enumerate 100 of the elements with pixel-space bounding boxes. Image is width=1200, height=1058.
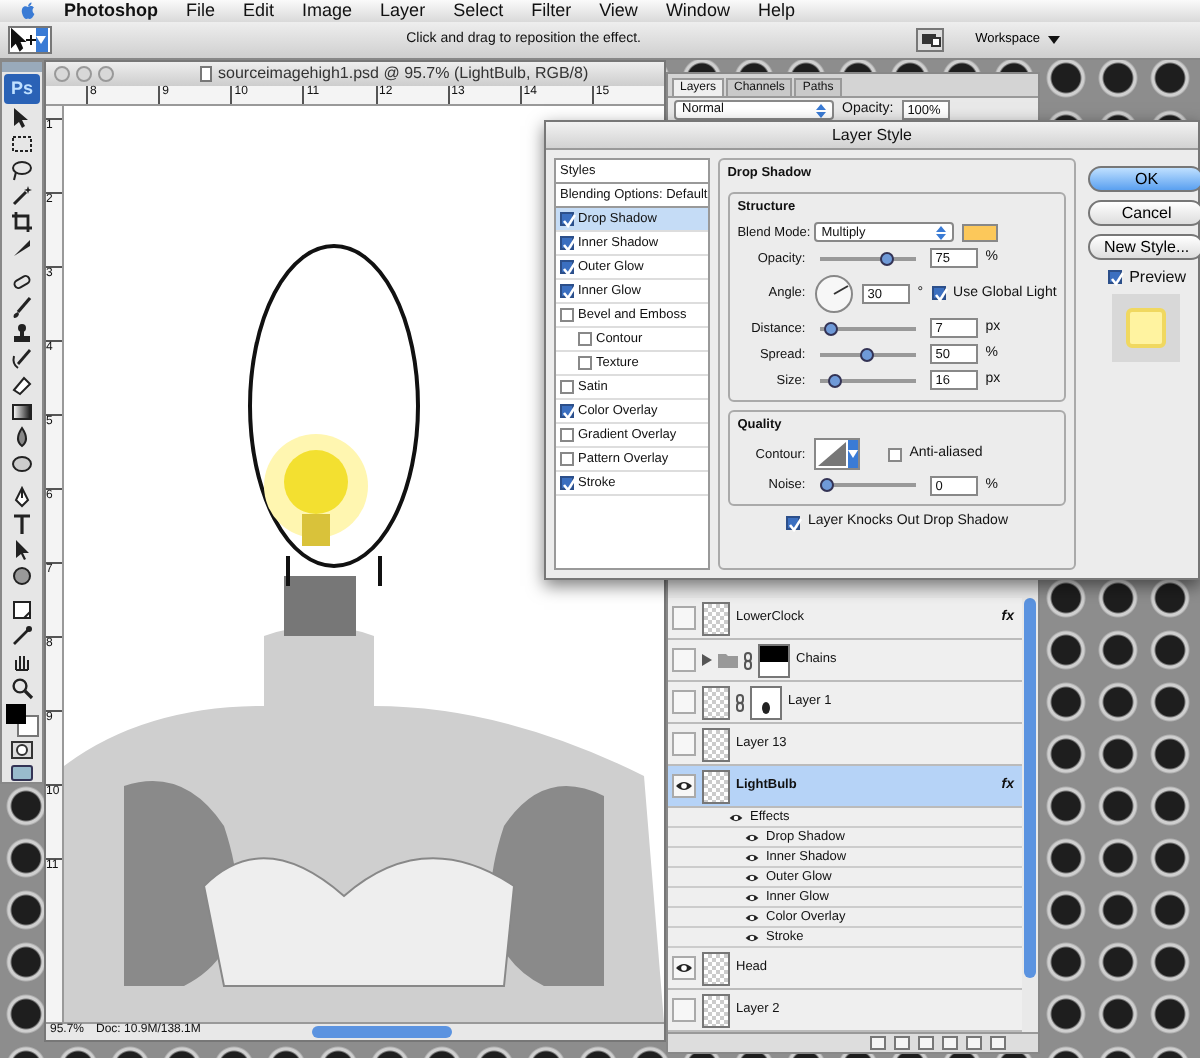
document-icon	[200, 66, 212, 83]
visibility-toggle[interactable]	[672, 774, 696, 798]
dialog-button[interactable]: Cancel	[1088, 200, 1200, 226]
type-icon[interactable]	[10, 512, 34, 537]
slider-thumb[interactable]	[819, 478, 834, 493]
slider-thumb[interactable]	[880, 251, 895, 266]
checkbox[interactable]	[786, 515, 800, 530]
quick-mask-icon[interactable]	[10, 740, 34, 761]
mask-thumbnail	[758, 643, 790, 677]
eye-icon	[744, 909, 760, 925]
checkbox[interactable]	[560, 284, 574, 298]
menu-item[interactable]: File	[186, 0, 216, 22]
apple-icon[interactable]	[20, 2, 36, 20]
checkbox[interactable]	[560, 380, 574, 394]
menu-item[interactable]: Filter	[531, 0, 572, 22]
horizontal-scrollbar[interactable]	[312, 1025, 453, 1038]
marquee-icon[interactable]	[10, 132, 34, 157]
shape-icon[interactable]	[10, 564, 34, 589]
palette-well-icon[interactable]	[915, 28, 944, 52]
sponge-icon[interactable]	[10, 452, 34, 477]
layer-thumbnail	[702, 993, 730, 1027]
notes-icon[interactable]	[10, 598, 34, 623]
layer-thumbnail	[702, 951, 730, 985]
expand-triangle-icon[interactable]	[702, 654, 712, 666]
contour-curve-icon	[815, 440, 848, 469]
visibility-toggle[interactable]	[672, 648, 696, 672]
eraser-icon[interactable]	[10, 374, 34, 399]
dialog-button[interactable]: OK	[1088, 166, 1200, 192]
wand-icon[interactable]	[10, 184, 34, 209]
checkbox[interactable]	[578, 356, 592, 370]
checkbox[interactable]	[560, 404, 574, 418]
checkbox[interactable]	[560, 476, 574, 490]
move-icon	[10, 28, 36, 52]
slider-thumb[interactable]	[827, 373, 842, 388]
checkbox[interactable]	[560, 260, 574, 274]
color-swatches-icon[interactable]	[4, 702, 40, 739]
stepper-icon	[935, 225, 946, 240]
panel-grip[interactable]	[2, 62, 42, 72]
caret-icon	[1048, 36, 1060, 44]
slider-thumb[interactable]	[860, 347, 875, 362]
hand-icon[interactable]	[10, 650, 34, 675]
eye-icon	[744, 889, 760, 905]
eye-icon	[744, 849, 760, 865]
checkbox[interactable]	[560, 452, 574, 466]
slider-thumb[interactable]	[823, 321, 838, 336]
style-preview-swatch	[1112, 294, 1181, 363]
checkbox[interactable]	[931, 286, 946, 301]
folder-icon	[718, 652, 738, 668]
checkbox-label: Preview	[1129, 268, 1187, 287]
layer-thumbnail	[702, 769, 730, 803]
pen-icon[interactable]	[10, 486, 34, 511]
checkbox[interactable]	[887, 447, 902, 462]
lasso-icon[interactable]	[10, 158, 34, 183]
eye-icon	[674, 958, 694, 978]
zoom-icon[interactable]	[10, 676, 34, 701]
visibility-toggle[interactable]	[672, 606, 696, 630]
color-swatch[interactable]	[961, 223, 998, 242]
crop-icon[interactable]	[10, 210, 34, 235]
path-selection-icon[interactable]	[10, 538, 34, 563]
eye-icon	[728, 809, 744, 825]
preview-checkbox[interactable]	[1107, 270, 1122, 285]
menu-item[interactable]: Photoshop	[64, 0, 158, 22]
menu-item[interactable]: View	[599, 0, 638, 22]
eye-icon	[744, 829, 760, 845]
layer-thumbnail	[702, 601, 730, 635]
menu-item[interactable]: Layer	[380, 0, 426, 22]
stamp-icon[interactable]	[10, 322, 34, 347]
app-logo[interactable]: Ps	[4, 73, 40, 105]
visibility-toggle[interactable]	[672, 690, 696, 714]
eye-icon	[744, 929, 760, 945]
menu-item[interactable]: Edit	[243, 0, 275, 22]
eye-icon	[674, 776, 694, 796]
visibility-toggle[interactable]	[672, 956, 696, 980]
menu-item[interactable]: Image	[302, 0, 353, 22]
eye-icon	[744, 869, 760, 885]
stepper-icon	[816, 103, 826, 117]
vertical-scrollbar[interactable]	[1024, 598, 1036, 978]
dialog-button[interactable]: New Style...	[1088, 234, 1200, 260]
visibility-toggle[interactable]	[672, 998, 696, 1022]
menu-item[interactable]: Help	[757, 0, 795, 22]
link-icon	[736, 693, 744, 711]
screen-mode-icon[interactable]	[10, 762, 34, 783]
checkbox[interactable]	[578, 332, 592, 346]
checkbox[interactable]	[560, 212, 574, 226]
contour-picker[interactable]	[813, 438, 860, 471]
mask-thumbnail	[750, 685, 782, 719]
checkbox[interactable]	[560, 308, 574, 322]
checkbox[interactable]	[560, 428, 574, 442]
layer-thumbnail	[702, 727, 730, 761]
tool-preset-picker[interactable]	[8, 26, 52, 54]
menu-item[interactable]: Select	[453, 0, 504, 22]
dialog-title: Layer Style	[546, 122, 1198, 150]
caret-icon	[36, 36, 46, 44]
gradient-icon[interactable]	[10, 400, 34, 425]
brush-icon[interactable]	[10, 296, 34, 321]
eyedropper-icon[interactable]	[10, 624, 34, 649]
checkbox[interactable]	[560, 236, 574, 250]
visibility-toggle[interactable]	[672, 732, 696, 756]
menu-item[interactable]: Window	[665, 0, 730, 22]
window-title: sourceimagehigh1.psd @ 95.7% (LightBulb, RGB/8)	[218, 64, 589, 84]
